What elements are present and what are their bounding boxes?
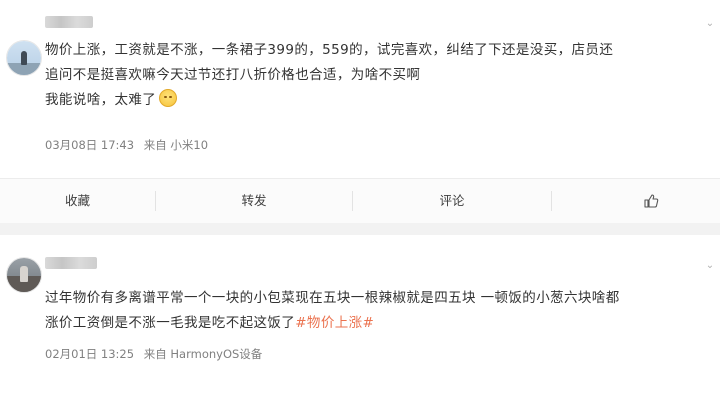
content-line: 涨价工资倒是不涨一毛我是吃不起这饭了#物价上涨# <box>45 315 375 331</box>
post-time[interactable]: 02月01日 13:25 <box>45 347 134 361</box>
hashtag-link[interactable]: #物价上涨# <box>295 315 374 331</box>
username-blurred[interactable] <box>45 257 97 269</box>
avatar[interactable] <box>6 257 42 293</box>
repost-button[interactable]: 转发 <box>156 179 352 223</box>
post-content: 物价上涨，工资就是不涨，一条裙子399的，559的，试完喜欢，纠结了下还是没买，… <box>45 38 713 113</box>
chevron-down-icon[interactable]: ⌄ <box>704 18 716 30</box>
thumbs-up-icon[interactable] <box>643 193 659 209</box>
content-line: 追问不是挺喜欢嘛今天过节还打八折价格也合适，为啥不买啊 <box>45 67 421 83</box>
action-bar: 收藏 转发 评论 <box>0 178 720 224</box>
username-blurred[interactable] <box>45 16 93 28</box>
post-meta: 02月01日 13:25 来自 HarmonyOS设备 <box>45 346 268 362</box>
collect-button[interactable]: 收藏 <box>0 179 155 223</box>
chevron-down-icon[interactable]: ⌄ <box>704 260 716 272</box>
blush-emoji-icon <box>159 89 178 107</box>
divider <box>551 191 552 211</box>
content-line: 过年物价有多离谱平常一个一块的小包菜现在五块一根辣椒就是四五块 一顿饭的小葱六块… <box>45 290 620 306</box>
avatar[interactable] <box>6 40 42 76</box>
post-separator <box>0 223 720 235</box>
post-meta: 03月08日 17:43 来自 小米10 <box>45 137 214 153</box>
content-line: 我能说啥，太难了 <box>45 88 713 113</box>
post-source: 来自 小米10 <box>143 138 209 152</box>
comment-button[interactable]: 评论 <box>353 179 551 223</box>
post-time[interactable]: 03月08日 17:43 <box>45 138 134 152</box>
content-line: 物价上涨，工资就是不涨，一条裙子399的，559的，试完喜欢，纠结了下还是没买，… <box>45 42 614 58</box>
post-source: 来自 HarmonyOS设备 <box>143 347 263 361</box>
post-content: 过年物价有多离谱平常一个一块的小包菜现在五块一根辣椒就是四五块 一顿饭的小葱六块… <box>45 286 713 336</box>
